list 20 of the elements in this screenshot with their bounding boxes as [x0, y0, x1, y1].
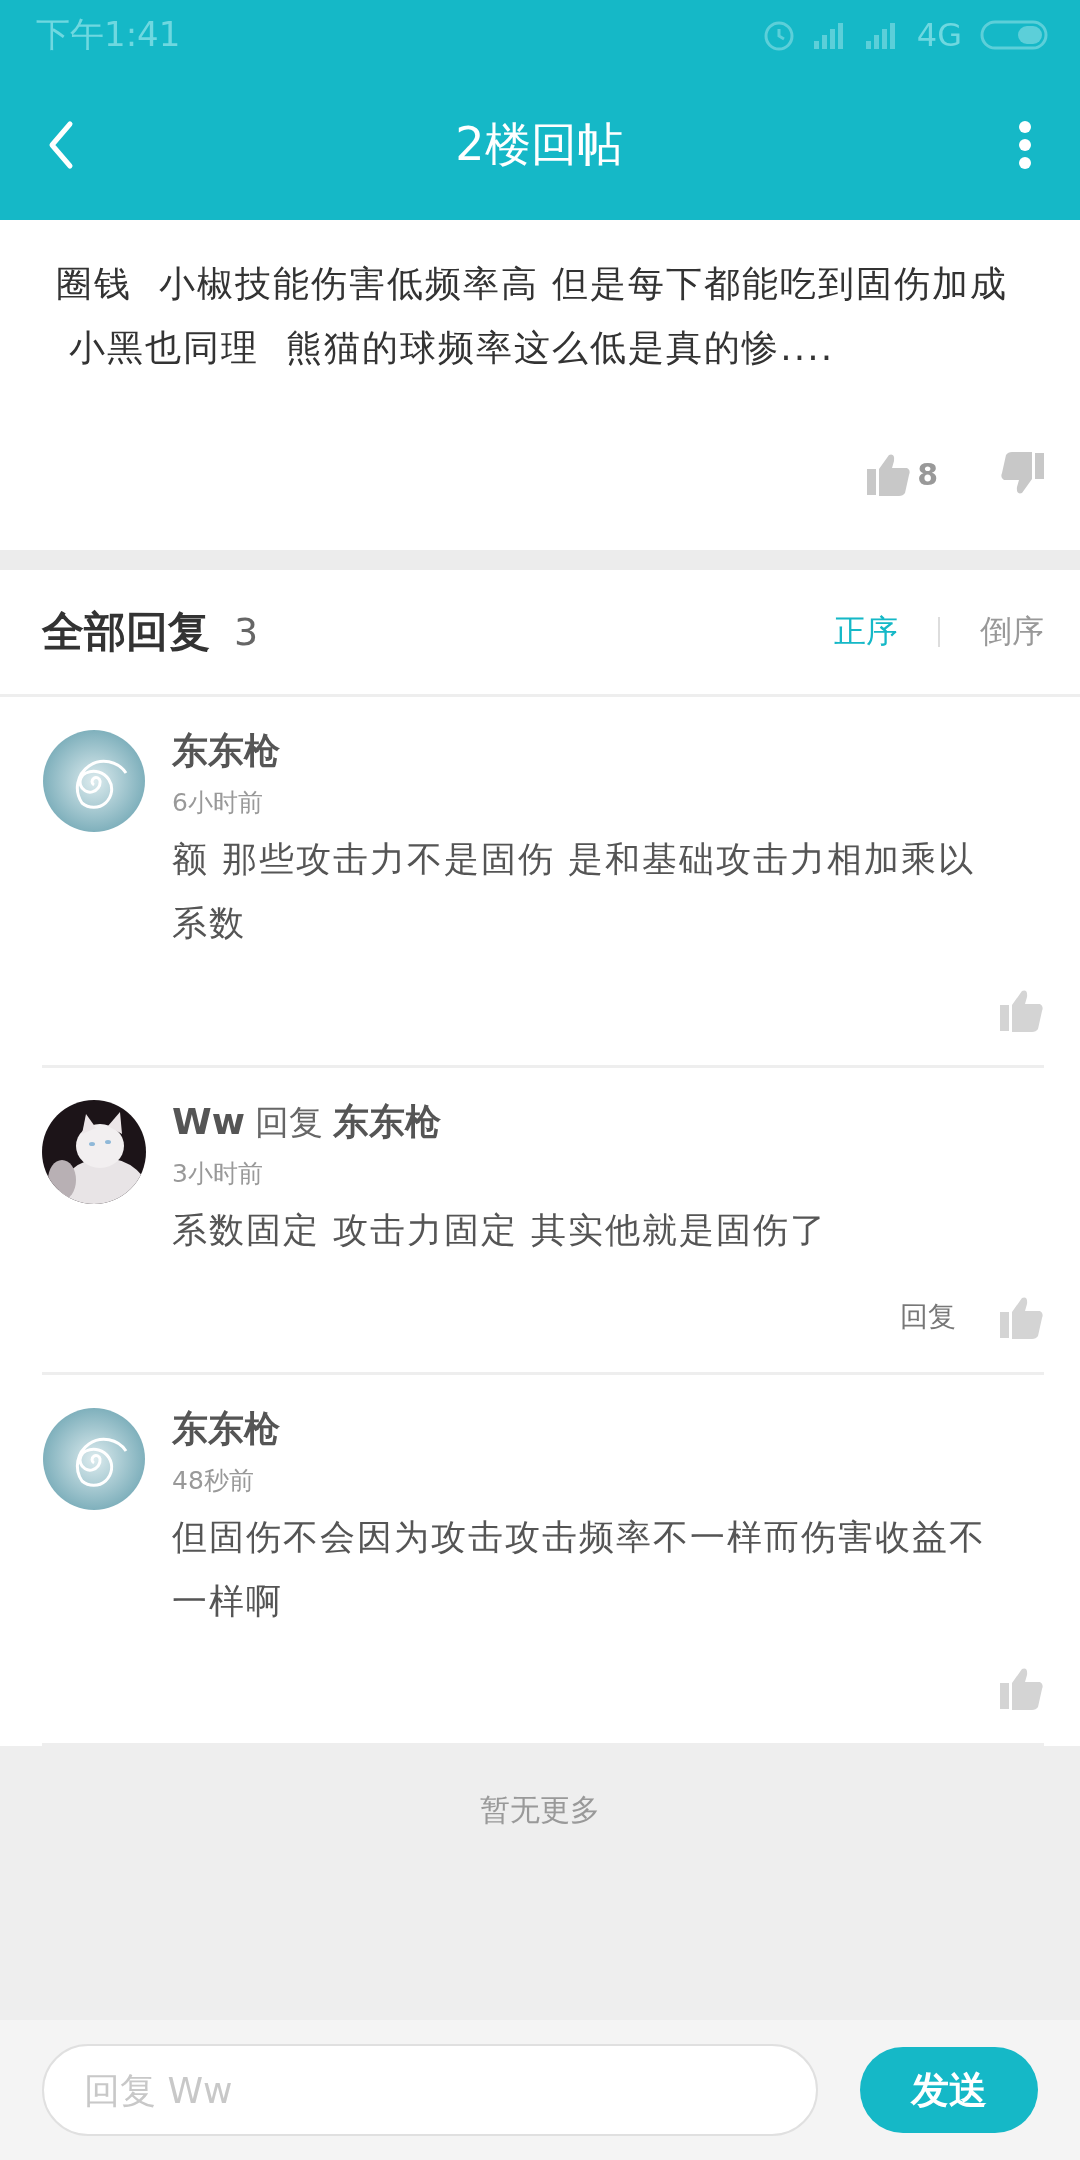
post-text: 圈钱 小椒技能伤害低频率高 但是每下都能吃到固伤加成 小黑也同理 熊猫的球频率这么低是真的惨.... — [55, 262, 1010, 370]
like-count: 8 — [917, 456, 938, 492]
reply-target-name[interactable]: 东东枪 — [332, 1098, 441, 1147]
reply-time: 6小时前 — [172, 787, 263, 819]
author-name[interactable]: 东东枪 — [172, 1405, 280, 1454]
reply-text: 但固伤不会因为攻击攻击频率不一样而伤害收益不 一样啊 — [172, 1516, 986, 1623]
reply-time: 3小时前 — [172, 1158, 263, 1190]
replies-title: 全部回复 — [42, 606, 210, 658]
page-title: 2楼回帖 — [455, 116, 623, 173]
no-more-text: 暂无更多 — [480, 1791, 600, 1829]
author-name[interactable]: Ww — [172, 1101, 245, 1142]
reply-text: 额 那些攻击力不是固伤 是和基础攻击力相加乘以 系数 — [172, 838, 976, 945]
network-type: 4G — [916, 16, 962, 54]
reply-label: 回复 — [254, 1101, 323, 1144]
reply-count: 3 — [234, 610, 259, 654]
reply-text: 系数固定 攻击力固定 其实他就是固伤了 — [172, 1209, 828, 1252]
author-name[interactable]: 东东枪 — [172, 727, 280, 776]
reply-time: 48秒前 — [172, 1465, 254, 1497]
status-time: 下午1:41 — [36, 13, 181, 56]
reply-link[interactable]: 回复 — [900, 1298, 956, 1336]
